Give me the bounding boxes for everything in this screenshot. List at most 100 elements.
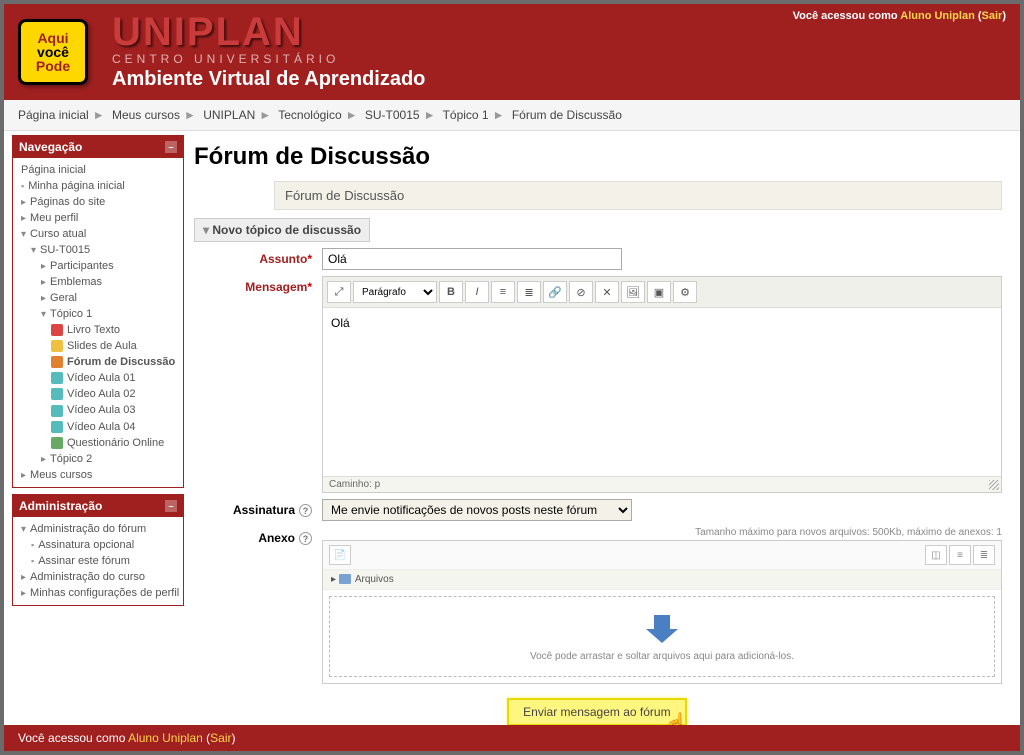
editor-unlink-icon[interactable]: ⊘ [569,281,593,303]
submit-row: Enviar mensagem ao fórum ☝️ [194,698,1002,726]
login-info: Você acessou como Aluno Uniplan (Sair) [793,10,1006,22]
book-icon [51,324,63,336]
file-breadcrumb[interactable]: ▸ Arquivos [323,570,1001,590]
video-icon [51,405,63,417]
login-prefix: Você acessou como [793,10,901,22]
crumb-forum[interactable]: Fórum de Discussão [512,108,622,122]
label-subscription: Assinatura? [194,499,322,521]
brand-title: UNIPLAN [112,12,425,52]
footer-user-link[interactable]: Aluno Uniplan [128,731,203,745]
admin-course[interactable]: Administração do curso [15,569,181,585]
nav-course-code[interactable]: SU-T0015 [15,242,181,258]
brand-block: UNIPLAN CENTRO UNIVERSITÁRIO Ambiente Vi… [112,12,425,91]
nav-video4[interactable]: Vídeo Aula 04 [15,419,181,435]
crumb-tecnologico[interactable]: Tecnológico [278,108,341,122]
label-subject: Assunto* [194,248,322,270]
video-icon [51,372,63,384]
brand-tagline: Ambiente Virtual de Aprendizado [112,68,425,91]
nav-currentcourse[interactable]: Curso atual [15,226,181,242]
video-icon [51,388,63,400]
crumb-mycourses[interactable]: Meus cursos [112,108,180,122]
download-arrow-icon [646,615,678,643]
editor-media-icon[interactable]: ▣ [647,281,671,303]
label-message: Mensagem* [194,276,322,493]
submit-button[interactable]: Enviar mensagem ao fórum [507,698,686,726]
brand-subtitle: CENTRO UNIVERSITÁRIO [112,52,425,66]
nav-participants[interactable]: Participantes [15,258,181,274]
subject-input[interactable] [322,248,622,270]
navigation-header[interactable]: Navegação – [13,136,183,158]
label-attachment: Anexo? [194,527,322,684]
footer-prefix: Você acessou como [18,731,128,745]
nav-forum[interactable]: Fórum de Discussão [15,354,181,370]
nav-slides[interactable]: Slides de Aula [15,338,181,354]
nav-topic1[interactable]: Tópico 1 [15,306,181,322]
editor-nolink-icon[interactable]: ✕ [595,281,619,303]
footer: Você acessou como Aluno Uniplan (Sair) [4,725,1020,751]
nav-video3[interactable]: Vídeo Aula 03 [15,402,181,418]
editor-manage-icon[interactable]: ⚙ [673,281,697,303]
nav-sitepages[interactable]: Páginas do site [15,194,181,210]
editor-expand-icon[interactable]: ⤢ [327,281,351,303]
footer-logout-link[interactable]: Sair [210,731,231,745]
slides-icon [51,340,63,352]
crumb-course[interactable]: SU-T0015 [365,108,420,122]
editor-bold-icon[interactable]: B [439,281,463,303]
forum-description: Fórum de Discussão [274,181,1002,210]
editor-number-list-icon[interactable]: ≣ [517,281,541,303]
nav-mycourses[interactable]: Meus cursos [15,467,181,483]
nav-quiz[interactable]: Questionário Online [15,435,181,451]
fieldset-toggle[interactable]: Novo tópico de discussão [194,218,370,242]
view-list-icon[interactable]: ≡ [949,545,971,565]
nav-home[interactable]: Página inicial [15,162,181,178]
help-icon[interactable]: ? [299,504,312,517]
page-title: Fórum de Discussão [194,139,1002,171]
nav-myhome[interactable]: Minha página inicial [15,178,181,194]
breadcrumb: Página inicial► Meus cursos► UNIPLAN► Te… [4,100,1020,131]
admin-forum[interactable]: Administração do fórum [15,521,181,537]
login-user-link[interactable]: Aluno Uniplan [900,10,975,22]
nav-badges[interactable]: Emblemas [15,274,181,290]
file-picker: 📄 ◫ ≡ ≣ ▸ Arquivos Você pode arrastar e … [322,540,1002,684]
nav-profile[interactable]: Meu perfil [15,210,181,226]
admin-profile[interactable]: Minhas configurações de perfil [15,585,181,601]
nav-video2[interactable]: Vídeo Aula 02 [15,386,181,402]
nav-topic2[interactable]: Tópico 2 [15,451,181,467]
editor-body[interactable]: Olá [323,308,1001,476]
collapse-icon[interactable]: – [165,500,177,512]
editor-bullet-list-icon[interactable]: ≡ [491,281,515,303]
help-icon[interactable]: ? [299,532,312,545]
editor-format-select[interactable]: Parágrafo [353,281,437,303]
site-header: Você acessou como Aluno Uniplan (Sair) A… [4,4,1020,100]
editor-toolbar: ⤢ Parágrafo B I ≡ ≣ 🔗 ⊘ ✕ 🖼 ▣ ⚙ [323,277,1001,308]
folder-icon [339,574,351,584]
aqui-voce-pode-logo: Aqui você Pode [18,19,88,85]
add-file-icon[interactable]: 📄 [329,545,351,565]
editor-image-icon[interactable]: 🖼 [621,281,645,303]
sidebar: Navegação – Página inicial Minha página … [12,135,184,742]
editor-path: Caminho: p [323,476,1001,492]
navigation-block: Navegação – Página inicial Minha página … [12,135,184,488]
crumb-home[interactable]: Página inicial [18,108,89,122]
admin-sub-forum[interactable]: Assinar este fórum [15,553,181,569]
collapse-icon[interactable]: – [165,141,177,153]
nav-video1[interactable]: Vídeo Aula 01 [15,370,181,386]
subscription-select[interactable]: Me envie notificações de novos posts nes… [322,499,632,521]
main-content: Fórum de Discussão Fórum de Discussão No… [184,135,1012,742]
forum-icon [51,356,63,368]
administration-header[interactable]: Administração – [13,495,183,517]
crumb-topic[interactable]: Tópico 1 [443,108,489,122]
rich-text-editor: ⤢ Parágrafo B I ≡ ≣ 🔗 ⊘ ✕ 🖼 ▣ ⚙ Olá [322,276,1002,493]
view-tree-icon[interactable]: ≣ [973,545,995,565]
nav-livro[interactable]: Livro Texto [15,322,181,338]
administration-block: Administração – Administração do fórum A… [12,494,184,606]
editor-italic-icon[interactable]: I [465,281,489,303]
admin-opt-sub[interactable]: Assinatura opcional [15,537,181,553]
crumb-uniplan[interactable]: UNIPLAN [203,108,255,122]
file-drop-area[interactable]: Você pode arrastar e soltar arquivos aqu… [329,596,995,677]
nav-general[interactable]: Geral [15,290,181,306]
view-icons-icon[interactable]: ◫ [925,545,947,565]
quiz-icon [51,437,63,449]
logout-link[interactable]: Sair [982,10,1003,22]
editor-link-icon[interactable]: 🔗 [543,281,567,303]
